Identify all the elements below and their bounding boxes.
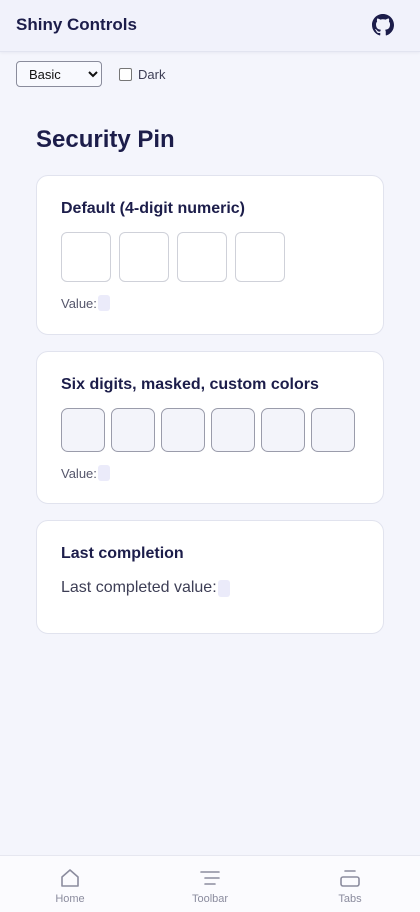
page-title: Security Pin xyxy=(36,126,175,153)
app-title: Shiny Controls xyxy=(16,15,137,34)
default-pin-title: Default (4-digit numeric) xyxy=(61,200,246,217)
pin-digit-3[interactable] xyxy=(177,232,227,282)
pin-digit-4[interactable] xyxy=(235,232,285,282)
top-bar: Shiny Controls xyxy=(0,0,420,52)
dark-mode-checkbox[interactable] xyxy=(119,67,132,81)
last-completion-title: Last completion xyxy=(61,545,184,562)
masked-digit-5[interactable] xyxy=(261,408,305,452)
tabs-icon xyxy=(340,870,360,887)
six-digit-pin-title: Six digits, masked, custom colors xyxy=(61,376,319,393)
default-pin-value-label: Value: xyxy=(61,295,97,311)
masked-digit-6[interactable] xyxy=(311,408,355,452)
nav-label-toolbar: Toolbar xyxy=(191,893,229,905)
dark-mode-label: Dark xyxy=(138,66,166,82)
masked-digit-3[interactable] xyxy=(161,408,205,452)
default-pin-value xyxy=(97,295,110,311)
last-completion-value xyxy=(217,579,230,597)
six-digit-pin-input xyxy=(61,408,361,452)
nav-item-home[interactable]: Home xyxy=(0,856,140,912)
pin-digit-1[interactable] xyxy=(61,232,111,282)
nav-item-tabs[interactable]: Tabs xyxy=(280,856,420,912)
masked-digit-1[interactable] xyxy=(61,408,105,452)
nav-label-tabs: Tabs xyxy=(338,893,362,905)
nav-label-home: Home xyxy=(55,893,85,905)
last-completion-card: Last completion Last completed value: xyxy=(36,520,384,634)
last-completion-line: Last completed value: xyxy=(61,579,230,597)
six-digit-pin-value-label: Value: xyxy=(61,465,97,481)
theme-select[interactable]: Basic xyxy=(16,61,102,87)
masked-digit-2[interactable] xyxy=(111,408,155,452)
masked-digit-4[interactable] xyxy=(211,408,255,452)
nav-item-toolbar[interactable]: Toolbar xyxy=(140,856,280,912)
github-icon[interactable] xyxy=(372,14,394,36)
controls-row: Basic Dark xyxy=(16,61,165,87)
default-pin-input xyxy=(61,232,293,282)
six-digit-pin-value xyxy=(97,465,110,481)
six-digit-pin-value-line: Value: xyxy=(61,465,110,481)
pin-digit-2[interactable] xyxy=(119,232,169,282)
default-pin-value-line: Value: xyxy=(61,295,110,311)
bottom-nav: Home Toolbar Tabs xyxy=(0,855,420,912)
home-icon xyxy=(61,869,79,887)
default-pin-card: Default (4-digit numeric) Value: xyxy=(36,175,384,335)
six-digit-pin-card: Six digits, masked, custom colors Value: xyxy=(36,351,384,504)
toolbar-icon xyxy=(200,871,220,885)
last-completion-label: Last completed value: xyxy=(61,579,217,596)
dark-mode-toggle[interactable]: Dark xyxy=(119,67,165,82)
